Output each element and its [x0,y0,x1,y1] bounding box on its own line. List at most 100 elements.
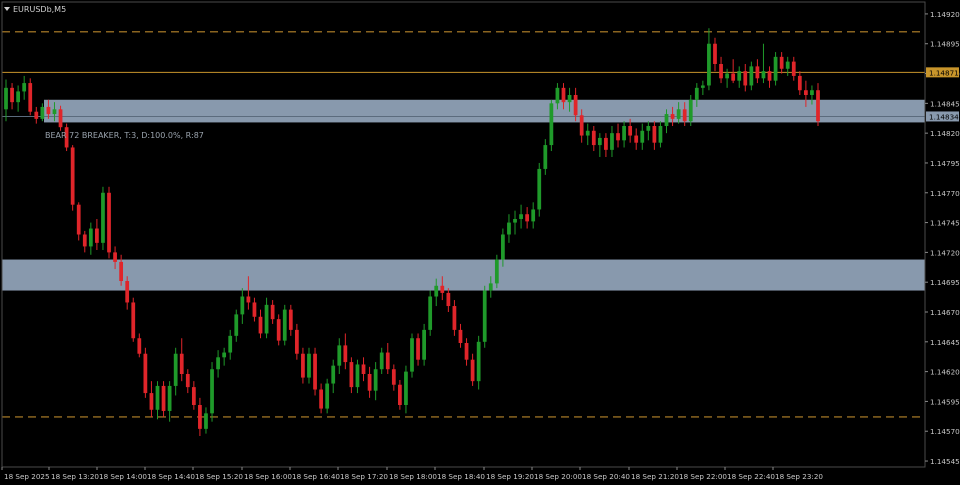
candle-body [700,85,705,88]
candle [240,288,245,324]
candle [95,219,99,250]
candle [34,106,39,124]
candle [343,333,348,370]
candle-body [597,137,602,146]
candle [76,202,81,241]
y-tick-label: 1.14695 [930,278,960,287]
candle-body [664,114,669,126]
candle-body [785,61,790,69]
candle-body [652,126,657,143]
x-tick-label: 18 Sep 17:20 [340,472,388,481]
candle [185,369,190,394]
x-tick-label: 18 Sep 20:00 [534,472,582,481]
plot-border [1,1,926,468]
candle [519,204,523,229]
candle-body [646,126,651,131]
candle-body [113,252,117,262]
candle [198,397,202,436]
candle [452,300,457,336]
candle [319,383,323,414]
candle [276,314,281,346]
candles-layer [4,28,820,436]
y-tick-label: 1.14645 [930,338,960,347]
candle-body [161,385,166,411]
x-tick-label: 18 Sep 22:40 [727,472,775,481]
candle-body [561,87,566,103]
candle [161,381,166,417]
candle [428,290,433,336]
candle [301,347,305,384]
candle [22,75,27,100]
candle [410,333,414,378]
x-tick-label: 18 Sep 2025 [4,472,50,481]
candle [585,123,590,146]
candle [143,347,148,398]
candle-body [610,133,614,150]
candle-body [270,304,275,320]
candle-body [307,353,311,378]
candle-body [737,71,742,81]
x-tick-label: 18 Sep 16:40 [292,472,340,481]
candle [646,121,651,141]
candle [264,297,269,339]
y-tick-label: 1.14620 [930,368,960,377]
y-tick-label: 1.14770 [930,189,960,198]
candle [525,207,530,229]
candle [797,71,802,95]
x-tick-label: 18 Sep 15:20 [195,472,243,481]
candle [101,186,105,250]
candle [70,145,75,211]
candle [713,37,717,72]
candle [204,407,208,434]
candle-body [264,304,269,334]
candle [422,323,426,366]
candle-body [240,296,245,315]
candle [379,347,384,374]
candle-body [385,352,390,370]
candle-body [373,369,378,391]
candle-body [313,353,317,390]
candle-body [379,352,384,370]
candle-body [101,192,105,243]
price-chart[interactable]: 1.149201.148951.148701.148451.148201.147… [0,0,960,485]
candle-body [555,87,560,104]
candle [149,381,154,417]
candle-body [519,214,523,219]
candle [82,230,87,253]
candle [288,304,293,336]
candle-body [579,115,584,136]
candle-body [337,345,342,366]
candle [373,362,378,401]
candle-body [464,343,469,360]
candle-body [216,357,220,370]
candle-body [34,111,39,119]
candle-body [501,234,505,260]
candle [537,162,542,217]
candle [725,68,729,88]
candle [361,357,366,382]
candle-body [288,309,293,330]
candle-body [640,130,645,143]
x-tick-label: 18 Sep 20:40 [582,472,630,481]
candle [610,126,614,157]
candle [88,222,93,255]
candle-body [22,83,27,92]
x-tick-label: 18 Sep 18:40 [437,472,485,481]
candle [228,329,233,360]
y-tick-label: 1.14920 [930,10,960,19]
candle-body [143,353,148,394]
candle-body [749,66,754,86]
candle [761,43,766,84]
candle-body [355,364,360,388]
candle [294,323,299,360]
x-tick-label: 18 Sep 19:20 [486,472,534,481]
candle [391,364,396,391]
candle [707,28,711,91]
candle-body [591,130,596,146]
x-tick-label: 18 Sep 16:00 [244,472,292,481]
candle [234,309,239,342]
candle-body [404,371,408,405]
y-tick-label: 1.14545 [930,457,960,466]
candle-body [276,319,281,341]
candle-body [398,384,402,405]
